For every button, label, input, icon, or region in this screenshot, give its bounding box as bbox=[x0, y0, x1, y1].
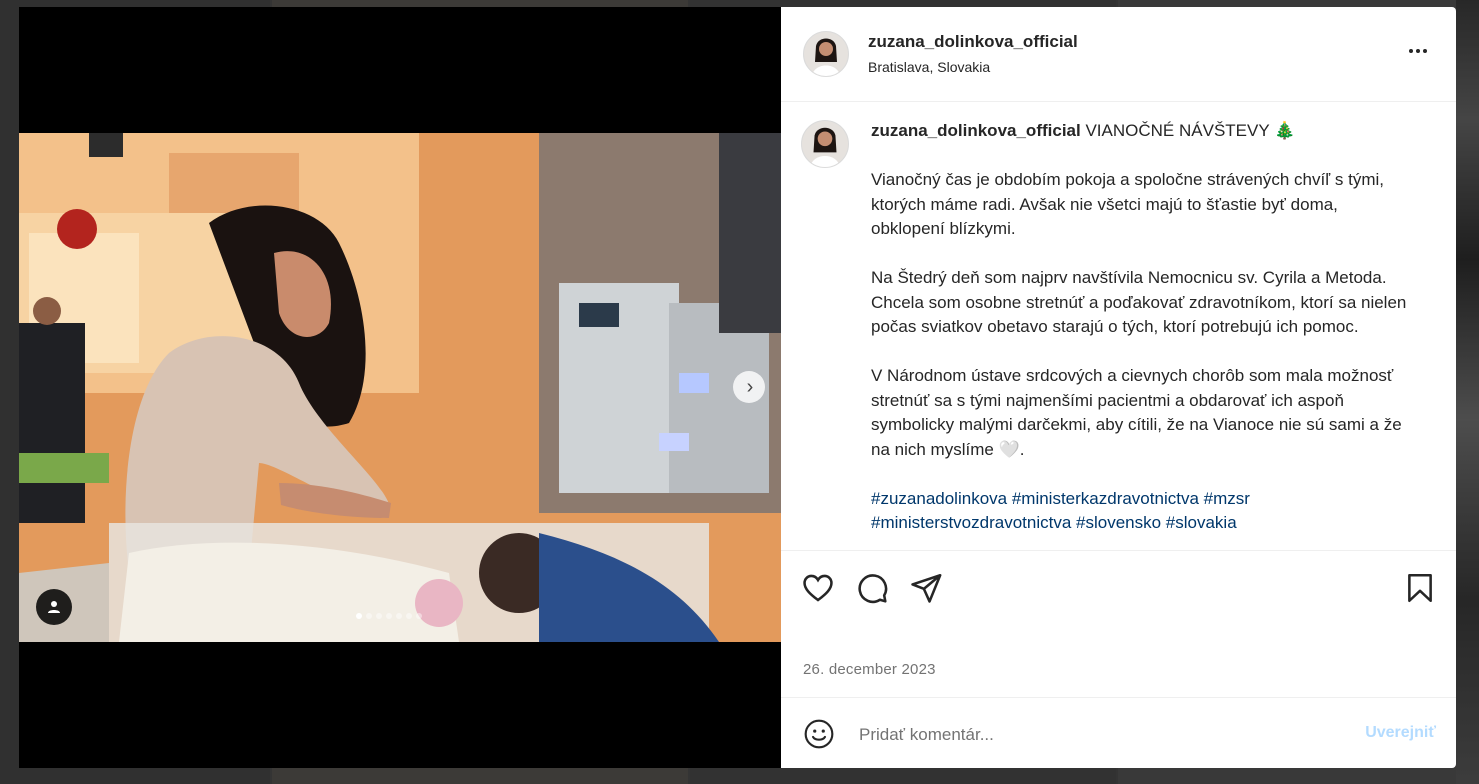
share-button[interactable] bbox=[909, 571, 943, 605]
bookmark-icon bbox=[1408, 573, 1432, 603]
caption-section: zuzana_dolinkova_official VIANOČNÉ NÁVŠT… bbox=[781, 102, 1456, 550]
carousel-dot bbox=[386, 613, 392, 619]
carousel-dot bbox=[416, 613, 422, 619]
avatar[interactable] bbox=[801, 120, 849, 168]
next-photo-button[interactable]: › bbox=[733, 371, 765, 403]
post-media: › bbox=[19, 7, 781, 768]
like-button[interactable] bbox=[801, 571, 835, 605]
post-modal: › zuzana_dolinkova_official Bratislava, … bbox=[19, 7, 1456, 768]
caption-paragraph: Vianočný čas je obdobím pokoja a spoločn… bbox=[871, 170, 1385, 238]
tagged-users-button[interactable] bbox=[36, 589, 72, 625]
comment-input[interactable] bbox=[857, 721, 1331, 749]
post-photo bbox=[19, 133, 781, 642]
user-tag-icon bbox=[48, 601, 60, 613]
caption-paragraph: Na Štedrý deň som najprv navštívila Nemo… bbox=[871, 268, 1407, 336]
post-location[interactable]: Bratislava, Slovakia bbox=[868, 59, 990, 75]
hashtags[interactable]: #zuzanadolinkova #ministerkazdravotnictv… bbox=[871, 487, 1411, 536]
carousel-dot bbox=[366, 613, 372, 619]
comment-button[interactable] bbox=[855, 571, 889, 605]
hashtag-line[interactable]: #ministerstvozdravotnictva #slovensko #s… bbox=[871, 511, 1411, 536]
carousel-dot bbox=[376, 613, 382, 619]
chevron-right-icon: › bbox=[746, 376, 754, 398]
post-caption: zuzana_dolinkova_official VIANOČNÉ NÁVŠT… bbox=[871, 119, 1411, 536]
emoji-button[interactable] bbox=[803, 718, 835, 750]
author-username[interactable]: zuzana_dolinkova_official bbox=[868, 32, 1078, 52]
emoji-icon bbox=[804, 719, 834, 749]
hashtag-line[interactable]: #zuzanadolinkova #ministerkazdravotnictv… bbox=[871, 487, 1411, 512]
caption-paragraph: V Národnom ústave srdcových a cievnych c… bbox=[871, 366, 1402, 459]
carousel-dot bbox=[356, 613, 362, 619]
post-comment-button[interactable]: Uverejniť bbox=[1365, 724, 1436, 742]
caption-title: VIANOČNÉ NÁVŠTEVY 🎄 bbox=[1085, 121, 1296, 140]
action-bar bbox=[781, 550, 1456, 621]
comment-bar: Uverejniť bbox=[781, 697, 1456, 769]
avatar[interactable] bbox=[803, 31, 849, 77]
carousel-dot bbox=[396, 613, 402, 619]
comment-icon bbox=[858, 574, 888, 604]
post-details-panel: zuzana_dolinkova_official Bratislava, Sl… bbox=[781, 7, 1456, 768]
heart-icon bbox=[803, 574, 833, 602]
save-button[interactable] bbox=[1403, 571, 1437, 605]
post-header: zuzana_dolinkova_official Bratislava, Sl… bbox=[781, 7, 1456, 102]
more-options-icon[interactable] bbox=[1406, 39, 1430, 63]
post-date[interactable]: 26. december 2023 bbox=[803, 661, 936, 678]
carousel-dot bbox=[406, 613, 412, 619]
caption-username[interactable]: zuzana_dolinkova_official bbox=[871, 121, 1081, 140]
paper-plane-icon bbox=[911, 573, 942, 603]
carousel-indicator bbox=[356, 613, 422, 619]
